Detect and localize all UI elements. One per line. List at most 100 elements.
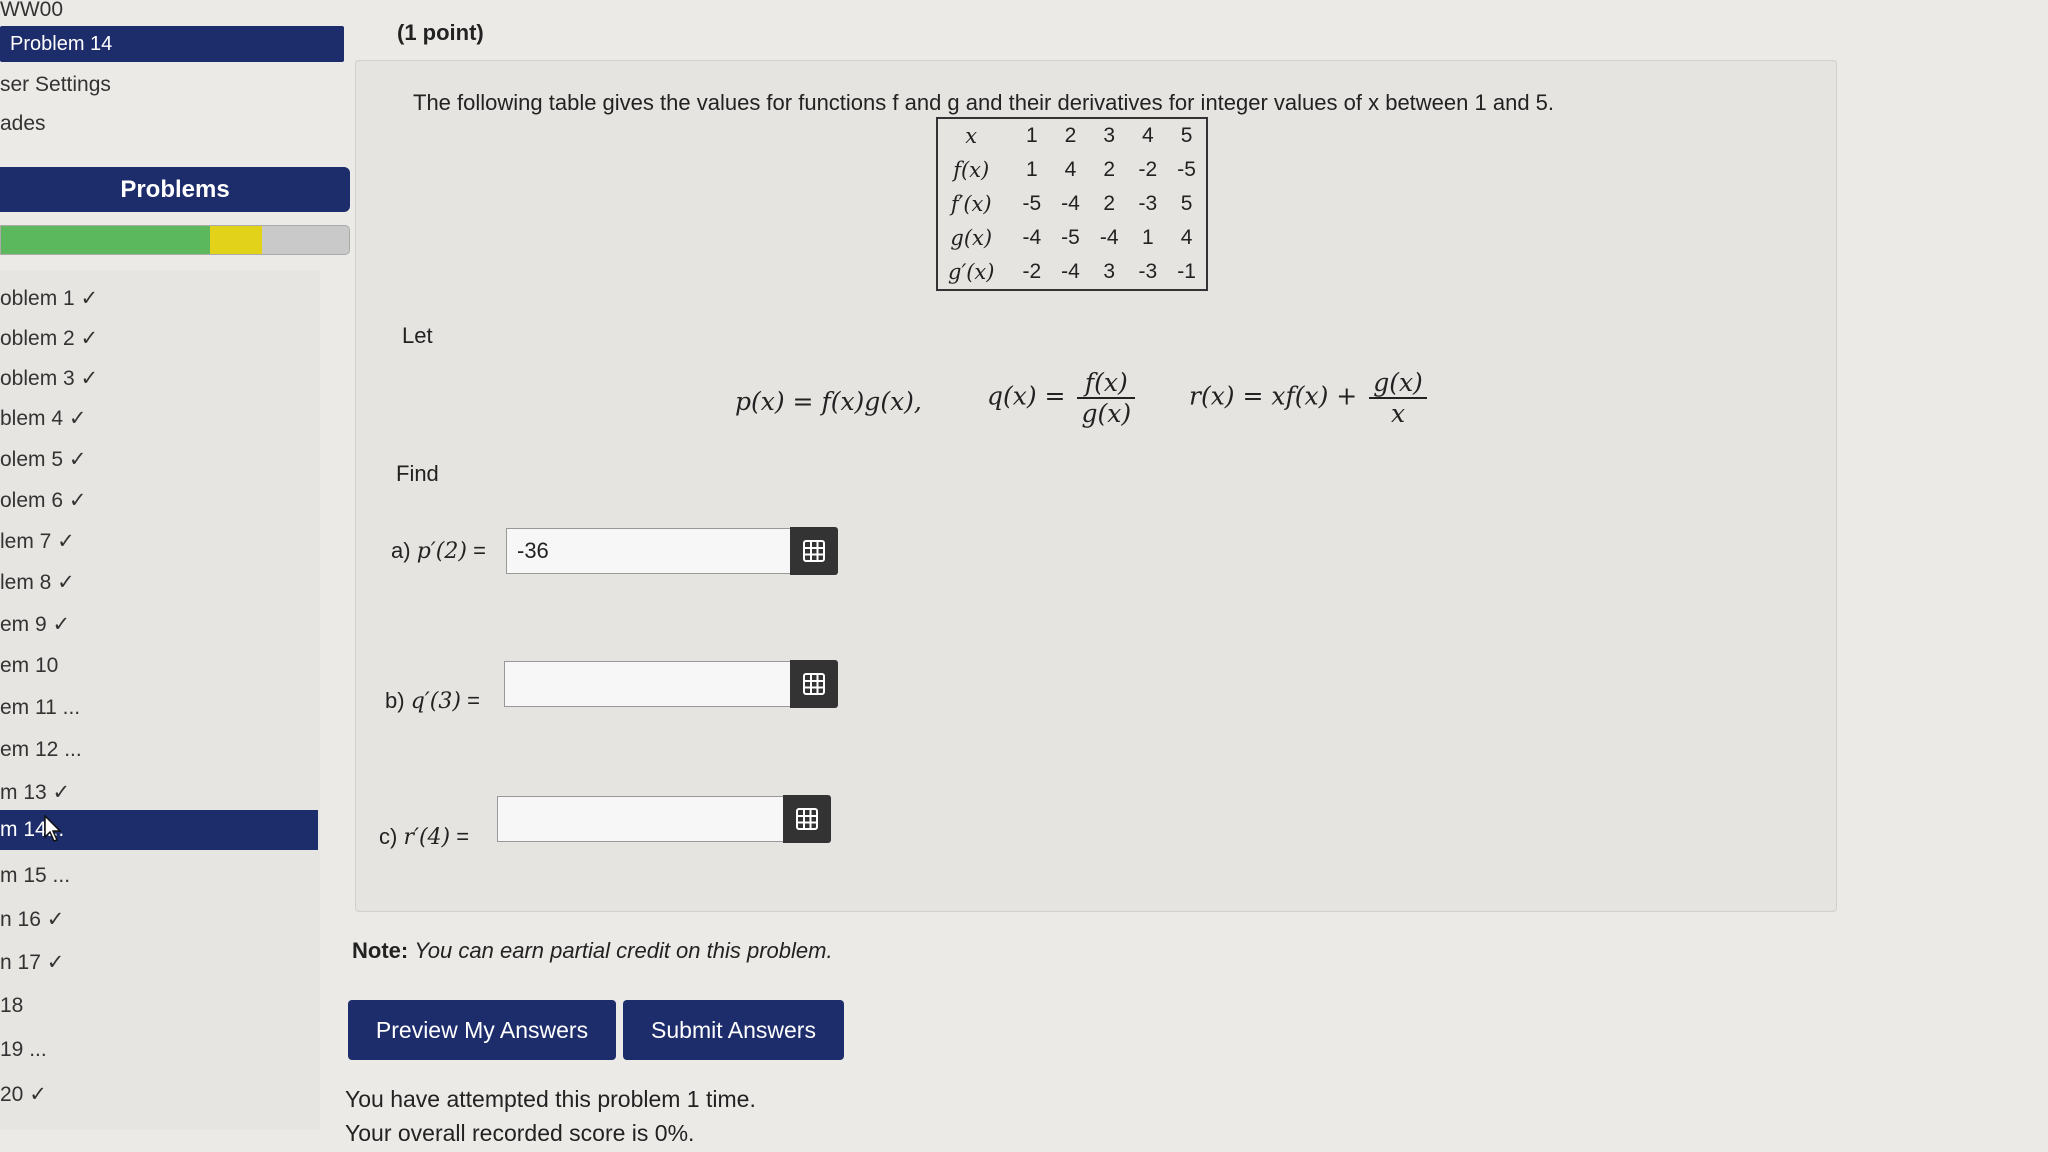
table-cell: 3 xyxy=(1103,260,1116,283)
calculator-grid-icon xyxy=(803,540,825,562)
problem-list-item[interactable]: em 9 ✓ xyxy=(0,604,318,644)
table-cell: -2 xyxy=(1138,158,1158,181)
problem-list-item[interactable]: n 16 ✓ xyxy=(0,899,318,939)
submit-answers-button[interactable]: Submit Answers xyxy=(623,1000,844,1060)
formula-r: r(x) = xf(x) + g(x) x xyxy=(1189,368,1431,428)
problem-list-item[interactable]: m 13 ✓ xyxy=(0,772,318,812)
sidebar-link-grades[interactable]: ades xyxy=(0,112,46,136)
table-cell: -4 xyxy=(1022,226,1042,249)
values-table: x 1 2 3 4 5 f(x) 1 4 2 -2 -5 f′(x) -5 -4… xyxy=(936,117,1208,291)
formula-r-numerator: g(x) xyxy=(1369,368,1427,399)
question-b-label: b) q′(3) = xyxy=(385,688,480,714)
table-cell: g(x) xyxy=(950,226,993,250)
problems-header: Problems xyxy=(0,167,350,212)
table-cell: 2 xyxy=(1103,158,1116,181)
answer-b-input[interactable] xyxy=(504,661,791,707)
table-cell: g′(x) xyxy=(948,260,995,284)
problem-list-item[interactable]: blem 4 ✓ xyxy=(0,398,318,438)
note-label: Note: xyxy=(352,938,409,963)
table-cell: 4 xyxy=(1142,124,1154,147)
equation-editor-button-b[interactable] xyxy=(790,660,838,708)
sidebar-link-user-settings[interactable]: ser Settings xyxy=(0,73,111,97)
table-header-row: x 1 2 3 4 5 xyxy=(937,118,1207,153)
question-b-expression: q′(3) xyxy=(410,689,461,714)
question-a-equals: = xyxy=(473,538,486,563)
problem-list-item[interactable]: 20 ✓ xyxy=(0,1074,318,1114)
intro-text: The following table gives the values for… xyxy=(413,90,1555,115)
table-cell: -3 xyxy=(1138,192,1158,215)
problem-list-item[interactable]: em 10 xyxy=(0,646,318,686)
formula-q-fraction: f(x) g(x) xyxy=(1077,368,1136,428)
table-cell: -3 xyxy=(1138,260,1158,283)
table-row: f′(x) -5 -4 2 -3 5 xyxy=(937,187,1207,221)
note-text: You can earn partial credit on this prob… xyxy=(414,938,833,963)
question-a-label: a) p′(2) = xyxy=(391,538,486,564)
problem-list-item[interactable]: olem 6 ✓ xyxy=(0,480,318,520)
problem-list-item[interactable]: lem 8 ✓ xyxy=(0,562,318,602)
calculator-grid-icon xyxy=(803,673,825,695)
table-cell: -1 xyxy=(1177,260,1196,283)
table-cell: -5 xyxy=(1022,192,1042,215)
problem-list-item[interactable]: 19 ... xyxy=(0,1030,318,1070)
question-a-prefix: a) xyxy=(391,538,411,563)
equation-editor-button-a[interactable] xyxy=(790,527,838,575)
question-b-prefix: b) xyxy=(385,688,405,713)
progress-partial xyxy=(209,226,262,254)
point-value: (1 point) xyxy=(397,20,484,45)
calculator-grid-icon xyxy=(796,808,818,830)
problem-list-item[interactable]: oblem 1 ✓ xyxy=(0,278,318,318)
sidebar-link-current-problem[interactable]: Problem 14 xyxy=(0,26,344,62)
problem-list-item[interactable]: em 11 ... xyxy=(0,688,318,728)
table-cell: 1 xyxy=(1025,124,1038,147)
table-cell: -5 xyxy=(1061,226,1080,249)
table-cell: 4 xyxy=(1064,158,1077,181)
table-cell: -5 xyxy=(1177,158,1196,181)
formula-p: p(x) = f(x)g(x), xyxy=(735,387,922,416)
sidebar-link-course[interactable]: WW00 xyxy=(0,0,63,22)
table-cell: 5 xyxy=(1180,124,1193,147)
table-cell: -4 xyxy=(1061,260,1080,283)
question-b-equals: = xyxy=(467,688,480,713)
table-row: f(x) 1 4 2 -2 -5 xyxy=(937,153,1207,187)
problem-list-item[interactable]: em 12 ... xyxy=(0,730,318,770)
problem-list-item[interactable]: oblem 2 ✓ xyxy=(0,318,318,358)
table-cell: -2 xyxy=(1022,260,1042,283)
question-a-expression: p′(2) xyxy=(416,539,467,564)
attempts-status: You have attempted this problem 1 time. xyxy=(345,1086,756,1112)
formula-r-fraction: g(x) x xyxy=(1369,368,1427,428)
question-c-prefix: c) xyxy=(379,824,398,849)
table-cell: 2 xyxy=(1103,192,1116,215)
answer-a-input[interactable]: -36 xyxy=(506,528,791,574)
problem-intro: The following table gives the values for… xyxy=(413,90,1554,116)
problem-list-item[interactable]: n 17 ✓ xyxy=(0,942,318,982)
table-cell: 4 xyxy=(1180,226,1193,249)
table-cell: -4 xyxy=(1099,226,1119,249)
table-cell: f(x) xyxy=(953,158,990,182)
problem-list-item[interactable]: m 15 ... xyxy=(0,856,318,896)
problem-list-item[interactable]: lem 7 ✓ xyxy=(0,521,318,561)
problem-list-item[interactable]: olem 5 ✓ xyxy=(0,439,318,479)
problem-list-item[interactable]: 18 xyxy=(0,986,318,1026)
preview-answers-button[interactable]: Preview My Answers xyxy=(348,1000,616,1060)
table-cell: 2 xyxy=(1064,124,1077,147)
formula-r-denominator: x xyxy=(1390,399,1406,428)
question-c-expression: r′(4) xyxy=(403,825,451,850)
formula-q-lhs: q(x) = xyxy=(987,381,1066,411)
answer-c-input[interactable] xyxy=(497,796,784,842)
table-cell: f′(x) xyxy=(950,192,992,216)
score-status: Your overall recorded score is 0%. xyxy=(345,1120,695,1146)
equation-editor-button-c[interactable] xyxy=(783,795,831,843)
sidebar: WW00 Problem 14 ser Settings ades Proble… xyxy=(0,0,360,1152)
table-cell: 1 xyxy=(1142,226,1154,249)
progress-correct xyxy=(1,226,210,254)
formula-q: q(x) = f(x) g(x) xyxy=(987,368,1139,428)
question-c-equals: = xyxy=(456,824,470,849)
find-label: Find xyxy=(396,461,439,486)
formula-q-denominator: g(x) xyxy=(1081,399,1132,428)
table-cell: x xyxy=(965,124,978,148)
table-cell: 5 xyxy=(1180,192,1193,215)
question-c-label: c) r′(4) = xyxy=(379,824,469,850)
table-cell: 1 xyxy=(1025,158,1038,181)
problem-list-item[interactable]: oblem 3 ✓ xyxy=(0,358,318,398)
partial-credit-note: Note: You can earn partial credit on thi… xyxy=(352,938,833,964)
